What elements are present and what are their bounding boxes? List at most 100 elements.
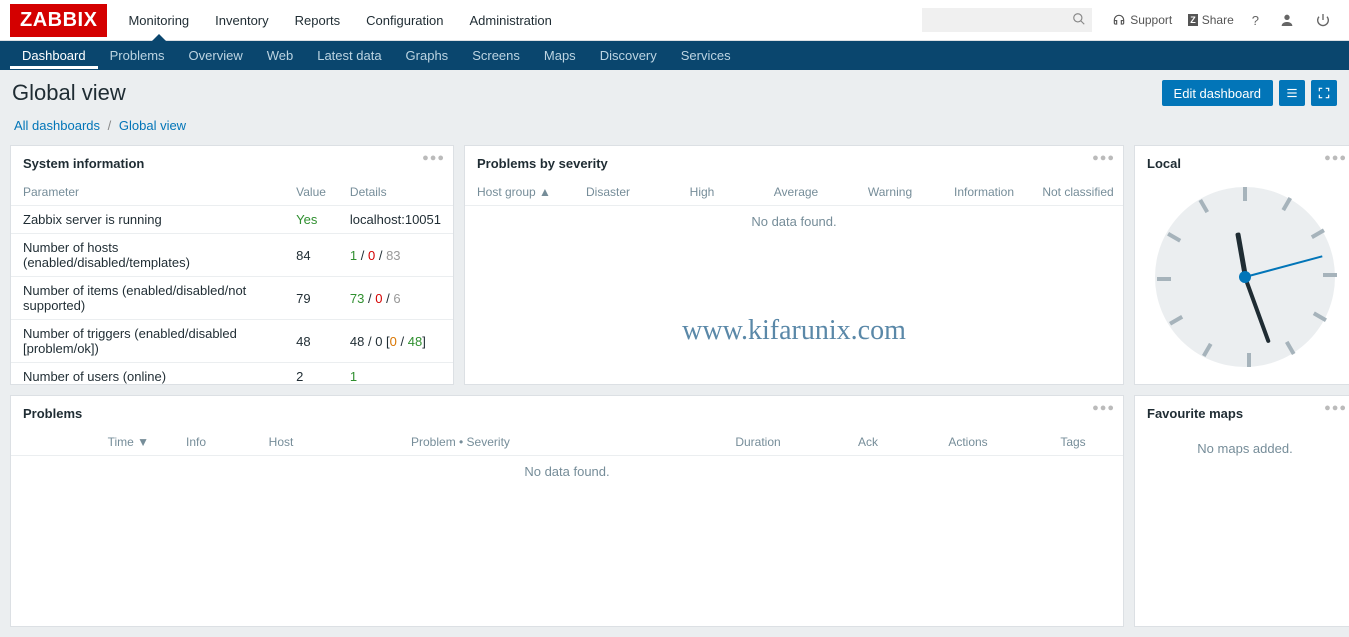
topnav-item-reports[interactable]: Reports — [282, 1, 354, 40]
widget-system-information: ●●● System information Parameter Value D… — [10, 145, 454, 385]
clock-face — [1155, 187, 1335, 367]
power-icon — [1315, 12, 1331, 28]
col-ack[interactable]: Ack — [823, 429, 913, 456]
col-disaster[interactable]: Disaster — [559, 179, 653, 206]
share-link[interactable]: Z Share — [1182, 9, 1240, 31]
dashboard-list-button[interactable] — [1279, 80, 1305, 106]
clock-tick — [1157, 277, 1171, 281]
list-icon — [1285, 86, 1299, 100]
fullscreen-button[interactable] — [1311, 80, 1337, 106]
problems-header-row: Time ▼ Info Host Problem • Severity Dura… — [11, 429, 1123, 456]
clock-tick — [1243, 187, 1247, 201]
cell-details: 1 / 0 / 83 — [338, 234, 453, 277]
no-maps-message: No maps added. — [1135, 429, 1349, 468]
sub-nav: DashboardProblemsOverviewWebLatest dataG… — [0, 41, 1349, 70]
col-value[interactable]: Value — [284, 179, 338, 206]
breadcrumb-current[interactable]: Global view — [119, 118, 186, 133]
subnav-item-web[interactable]: Web — [255, 42, 306, 69]
top-nav: ZABBIX MonitoringInventoryReportsConfigu… — [0, 0, 1349, 41]
clock-tick — [1199, 199, 1209, 213]
search-input[interactable] — [922, 8, 1092, 32]
widget-menu-button[interactable]: ●●● — [1092, 402, 1115, 414]
cell-parameter: Number of triggers (enabled/disabled [pr… — [11, 320, 284, 363]
col-host[interactable]: Host — [231, 429, 331, 456]
col-average[interactable]: Average — [747, 179, 841, 206]
widget-menu-button[interactable]: ●●● — [1092, 152, 1115, 164]
col-problem-severity[interactable]: Problem • Severity — [331, 429, 693, 456]
subnav-item-overview[interactable]: Overview — [177, 42, 255, 69]
breadcrumb-separator: / — [108, 118, 112, 133]
edit-dashboard-button[interactable]: Edit dashboard — [1162, 80, 1273, 106]
clock-minute-hand — [1243, 276, 1271, 343]
cell-value: Yes — [284, 206, 338, 234]
col-information[interactable]: Information — [935, 179, 1029, 206]
z-icon: Z — [1188, 14, 1198, 26]
col-parameter[interactable]: Parameter — [11, 179, 284, 206]
table-row: Number of items (enabled/disabled/not su… — [11, 277, 453, 320]
cell-value: 84 — [284, 234, 338, 277]
power-button[interactable] — [1307, 8, 1339, 32]
subnav-item-screens[interactable]: Screens — [460, 42, 532, 69]
widget-menu-button[interactable]: ●●● — [1324, 152, 1347, 164]
subnav-item-problems[interactable]: Problems — [98, 42, 177, 69]
severity-table: Host group ▲DisasterHighAverageWarningIn… — [465, 179, 1123, 237]
widget-title: Favourite maps — [1135, 396, 1349, 429]
clock-tick — [1311, 229, 1325, 239]
cell-details: 1 — [338, 363, 453, 391]
logo[interactable]: ZABBIX — [10, 4, 107, 37]
col-actions[interactable]: Actions — [913, 429, 1023, 456]
cell-details: 48 / 0 [0 / 48] — [338, 320, 453, 363]
subnav-item-maps[interactable]: Maps — [532, 42, 588, 69]
table-row: Number of hosts (enabled/disabled/templa… — [11, 234, 453, 277]
subnav-item-graphs[interactable]: Graphs — [394, 42, 461, 69]
topnav-item-monitoring[interactable]: Monitoring — [115, 1, 202, 40]
topnav-item-inventory[interactable]: Inventory — [202, 1, 281, 40]
cell-value: 79 — [284, 277, 338, 320]
clock-tick — [1323, 273, 1337, 277]
widget-title: System information — [11, 146, 453, 179]
no-data-message: No data found. — [465, 206, 1123, 238]
table-row: Number of triggers (enabled/disabled [pr… — [11, 320, 453, 363]
col-high[interactable]: High — [653, 179, 747, 206]
widget-menu-button[interactable]: ●●● — [1324, 402, 1347, 414]
subnav-item-services[interactable]: Services — [669, 42, 743, 69]
widget-menu-button[interactable]: ●●● — [422, 152, 445, 164]
help-button[interactable]: ? — [1244, 9, 1267, 32]
col-info[interactable]: Info — [161, 429, 231, 456]
col-time[interactable]: Time ▼ — [11, 429, 161, 456]
search-icon[interactable] — [1072, 12, 1086, 26]
no-data-message: No data found. — [11, 456, 1123, 488]
widget-row-2: ●●● Problems Time ▼ Info Host Problem • … — [0, 395, 1349, 637]
breadcrumb: All dashboards / Global view — [0, 114, 1349, 145]
clock-tick — [1282, 197, 1292, 211]
problems-table: Time ▼ Info Host Problem • Severity Dura… — [11, 429, 1123, 487]
col-warning[interactable]: Warning — [841, 179, 935, 206]
page-actions: Edit dashboard — [1162, 80, 1337, 106]
clock-tick — [1167, 232, 1181, 242]
cell-parameter: Zabbix server is running — [11, 206, 284, 234]
col-details[interactable]: Details — [338, 179, 453, 206]
topnav-item-administration[interactable]: Administration — [457, 1, 565, 40]
clock-container — [1135, 179, 1349, 381]
headset-icon — [1112, 13, 1126, 27]
sysinfo-header-row: Parameter Value Details — [11, 179, 453, 206]
support-label: Support — [1130, 13, 1172, 27]
breadcrumb-all-dashboards[interactable]: All dashboards — [14, 118, 100, 133]
fullscreen-icon — [1317, 86, 1331, 100]
widget-title: Problems — [11, 396, 1123, 429]
subnav-item-dashboard[interactable]: Dashboard — [10, 42, 98, 69]
topnav-items: MonitoringInventoryReportsConfigurationA… — [115, 1, 564, 40]
cell-parameter: Number of items (enabled/disabled/not su… — [11, 277, 284, 320]
col-not-classified[interactable]: Not classified — [1029, 179, 1123, 206]
subnav-item-discovery[interactable]: Discovery — [588, 42, 669, 69]
severity-header-row: Host group ▲DisasterHighAverageWarningIn… — [465, 179, 1123, 206]
col-duration[interactable]: Duration — [693, 429, 823, 456]
subnav-item-latest-data[interactable]: Latest data — [305, 42, 393, 69]
col-host-group-[interactable]: Host group ▲ — [465, 179, 559, 206]
support-link[interactable]: Support — [1106, 9, 1178, 31]
col-tags[interactable]: Tags — [1023, 429, 1123, 456]
cell-details: 73 / 0 / 6 — [338, 277, 453, 320]
user-button[interactable] — [1271, 8, 1303, 32]
widget-title: Local — [1135, 146, 1349, 179]
topnav-item-configuration[interactable]: Configuration — [353, 1, 456, 40]
